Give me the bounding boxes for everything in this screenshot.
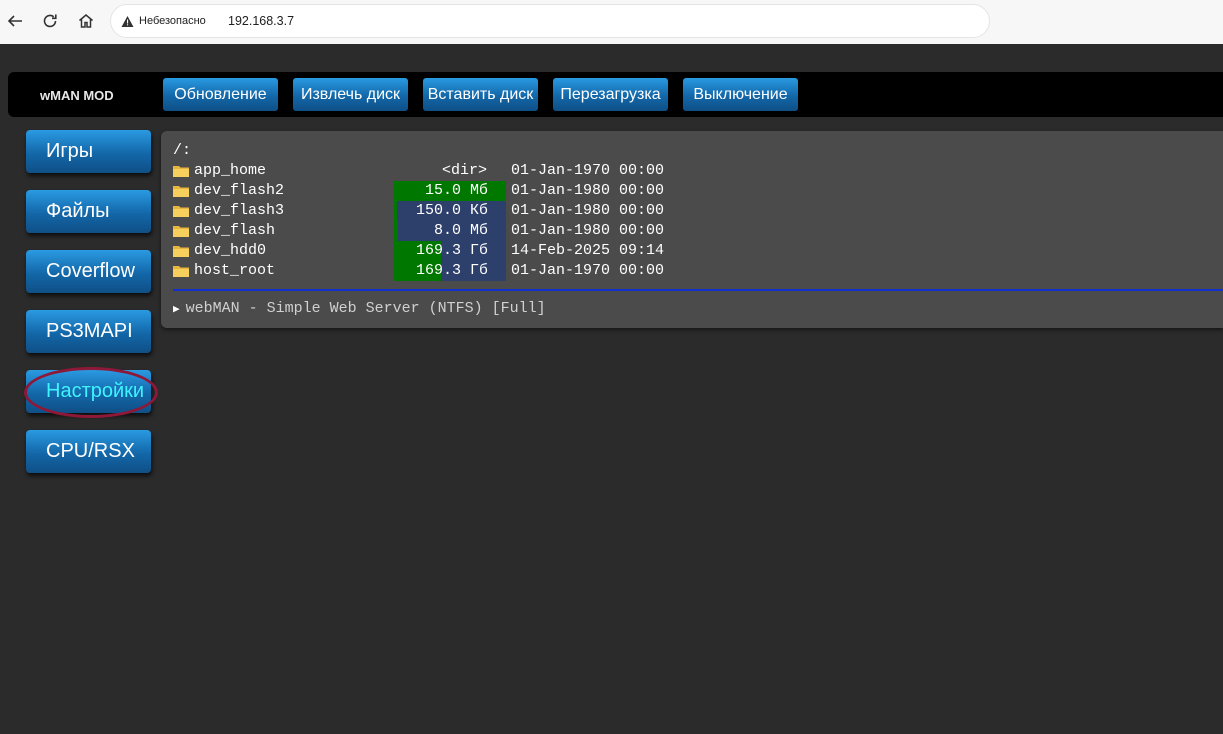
file-name[interactable]: dev_flash3 [194, 202, 284, 219]
sidebar-item-cpu-rsx[interactable]: CPU/RSX [26, 430, 151, 473]
file-name[interactable]: host_root [194, 262, 275, 279]
sidebar-item-settings[interactable]: Настройки [26, 370, 151, 413]
folder-icon [173, 246, 189, 257]
table-row[interactable]: host_root 169.3 Гб 01-Jan-1970 00:00 [173, 261, 713, 281]
file-date: 01-Jan-1980 00:00 [511, 202, 665, 219]
back-icon[interactable] [3, 9, 27, 33]
size-bar: 150.0 Кб [394, 201, 506, 221]
current-path: /: [173, 142, 192, 159]
expand-triangle-icon[interactable]: ▶ [173, 302, 180, 316]
file-size: 169.3 Гб [415, 262, 488, 279]
dir-label: <dir> [442, 162, 488, 179]
folder-icon [173, 166, 189, 177]
server-info-text: webMAN - Simple Web Server (NTFS) [Full] [185, 300, 546, 317]
file-date: 14-Feb-2025 09:14 [511, 242, 665, 259]
size-bar: 8.0 Мб [394, 221, 506, 241]
table-row[interactable]: dev_flash3 150.0 Кб 01-Jan-1980 00:00 [173, 201, 713, 221]
file-name[interactable]: dev_hdd0 [194, 242, 266, 259]
file-date: 01-Jan-1980 00:00 [511, 222, 665, 239]
server-info[interactable]: ▶ webMAN - Simple Web Server (NTFS) [Full… [173, 300, 546, 317]
table-row[interactable]: dev_flash 8.0 Мб 01-Jan-1980 00:00 [173, 221, 713, 241]
file-name[interactable]: app_home [194, 162, 266, 179]
update-button[interactable]: Обновление [163, 78, 278, 111]
folder-icon [173, 266, 189, 277]
top-bar: wMAN MOD Обновление Извлечь диск Вставит… [8, 72, 1223, 117]
table-row[interactable]: dev_flash2 15.0 Мб 01-Jan-1980 00:00 [173, 181, 713, 201]
file-date: 01-Jan-1980 00:00 [511, 182, 665, 199]
warning-icon[interactable] [121, 15, 134, 28]
shutdown-button[interactable]: Выключение [683, 78, 798, 111]
size-fill [394, 221, 399, 241]
app-logo: wMAN MOD [40, 88, 114, 103]
folder-icon [173, 186, 189, 197]
browser-toolbar: Небезопасно 192.168.3.7 [0, 0, 1223, 44]
sidebar-item-ps3mapi[interactable]: PS3MAPI [26, 310, 151, 353]
sidebar-item-coverflow[interactable]: Coverflow [26, 250, 151, 293]
sidebar-item-games[interactable]: Игры [26, 130, 151, 173]
url-text[interactable]: 192.168.3.7 [228, 14, 294, 28]
size-bar: 15.0 Мб [394, 181, 506, 201]
security-label: Небезопасно [139, 15, 206, 27]
reload-icon[interactable] [38, 9, 62, 33]
file-size: 150.0 Кб [415, 202, 488, 219]
home-icon[interactable] [74, 9, 98, 33]
size-fill [394, 201, 398, 221]
file-date: 01-Jan-1970 00:00 [511, 162, 665, 179]
file-size: 169.3 Гб [415, 242, 488, 259]
folder-icon [173, 226, 189, 237]
address-bar[interactable]: Небезопасно 192.168.3.7 [110, 4, 990, 38]
eject-disc-button[interactable]: Извлечь диск [293, 78, 408, 111]
file-name[interactable]: dev_flash2 [194, 182, 284, 199]
file-date: 01-Jan-1970 00:00 [511, 262, 665, 279]
file-name[interactable]: dev_flash [194, 222, 275, 239]
divider [173, 289, 1223, 291]
table-row[interactable]: app_home <dir> 01-Jan-1970 00:00 [173, 161, 713, 181]
file-size: 8.0 Мб [433, 222, 488, 239]
table-row[interactable]: dev_hdd0 169.3 Гб 14-Feb-2025 09:14 [173, 241, 713, 261]
size-bar: 169.3 Гб [394, 261, 506, 281]
folder-icon [173, 206, 189, 217]
file-size: 15.0 Мб [424, 182, 488, 199]
insert-disc-button[interactable]: Вставить диск [423, 78, 538, 111]
reboot-button[interactable]: Перезагрузка [553, 78, 668, 111]
file-listing-panel: /: app_home <dir> 01-Jan-1970 00:00 dev_fla… [161, 131, 1223, 328]
size-bar: 169.3 Гб [394, 241, 506, 261]
sidebar-item-files[interactable]: Файлы [26, 190, 151, 233]
